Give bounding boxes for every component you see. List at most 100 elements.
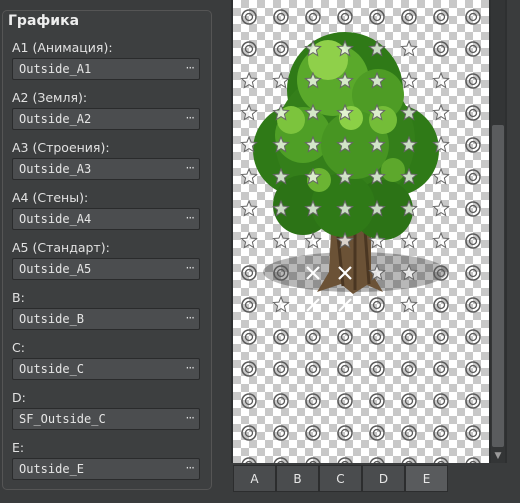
circle-icon [433, 361, 449, 377]
circle-icon [273, 41, 289, 57]
circle-icon [241, 361, 257, 377]
star-icon [304, 39, 322, 57]
field-a2-value: Outside_A2 [19, 112, 92, 126]
field-e[interactable]: Outside_E ··· [12, 458, 200, 480]
star-icon [368, 231, 386, 249]
circle-icon [369, 9, 385, 25]
field-a3[interactable]: Outside_A3 ··· [12, 158, 200, 180]
circle-icon [369, 361, 385, 377]
label-e: E: [12, 440, 25, 455]
field-a4[interactable]: Outside_A4 ··· [12, 208, 200, 230]
circle-icon [433, 425, 449, 441]
star-icon [368, 263, 386, 281]
star-icon [432, 71, 450, 89]
vertical-scrollbar[interactable]: ▼ [491, 0, 505, 463]
circle-icon [241, 9, 257, 25]
cross-icon [306, 266, 320, 280]
circle-icon [305, 393, 321, 409]
star-icon [432, 231, 450, 249]
circle-icon [433, 329, 449, 345]
circle-icon [401, 361, 417, 377]
circle-icon [369, 457, 385, 463]
circle-icon [369, 297, 385, 313]
browse-button-a4[interactable]: ··· [186, 211, 196, 225]
star-icon [304, 103, 322, 121]
circle-icon [305, 329, 321, 345]
scroll-thumb[interactable] [492, 125, 504, 447]
circle-icon [337, 361, 353, 377]
tab-a[interactable]: A [233, 465, 276, 492]
browse-button-c[interactable]: ··· [186, 361, 196, 375]
tileset-canvas[interactable] [233, 0, 489, 463]
browse-button-e[interactable]: ··· [186, 461, 196, 475]
browse-button-a2[interactable]: ··· [186, 111, 196, 125]
circle-icon [337, 393, 353, 409]
field-e-value: Outside_E [19, 462, 85, 476]
circle-icon [465, 361, 481, 377]
field-a2[interactable]: Outside_A2 ··· [12, 108, 200, 130]
star-icon [400, 167, 418, 185]
circle-icon [433, 297, 449, 313]
tab-b[interactable]: B [276, 465, 319, 492]
browse-button-b[interactable]: ··· [186, 311, 196, 325]
star-icon [304, 199, 322, 217]
label-c: C: [12, 340, 25, 355]
circle-icon [337, 9, 353, 25]
star-icon [272, 71, 290, 89]
star-icon [336, 231, 354, 249]
scroll-down-icon[interactable]: ▼ [491, 449, 505, 463]
browse-button-a5[interactable]: ··· [186, 261, 196, 275]
star-icon [272, 135, 290, 153]
star-icon [368, 39, 386, 57]
field-d-value: SF_Outside_C [19, 412, 106, 426]
star-icon [336, 199, 354, 217]
star-icon [336, 167, 354, 185]
circle-icon [369, 425, 385, 441]
circle-icon [273, 457, 289, 463]
star-icon [400, 135, 418, 153]
circle-icon [241, 329, 257, 345]
star-icon [272, 231, 290, 249]
circle-icon [305, 457, 321, 463]
browse-button-d[interactable]: ··· [186, 411, 196, 425]
label-a2: A2 (Земля): [12, 90, 88, 105]
star-icon [240, 167, 258, 185]
star-icon [272, 167, 290, 185]
circle-icon [465, 393, 481, 409]
tab-d[interactable]: D [362, 465, 405, 492]
circle-icon [273, 329, 289, 345]
circle-icon [305, 361, 321, 377]
tab-e[interactable]: E [405, 465, 448, 492]
circle-icon [433, 41, 449, 57]
star-icon [368, 103, 386, 121]
circle-icon [433, 393, 449, 409]
circle-icon [305, 425, 321, 441]
circle-icon [273, 393, 289, 409]
circle-icon [465, 9, 481, 25]
star-icon [368, 71, 386, 89]
field-a3-value: Outside_A3 [19, 162, 92, 176]
field-a5[interactable]: Outside_A5 ··· [12, 258, 200, 280]
circle-icon [305, 9, 321, 25]
circle-icon [369, 393, 385, 409]
field-b-value: Outside_B [19, 312, 85, 326]
field-a1[interactable]: Outside_A1 ··· [12, 58, 200, 80]
star-icon [336, 71, 354, 89]
label-b: B: [12, 290, 25, 305]
browse-button-a1[interactable]: ··· [186, 61, 196, 75]
browse-button-a3[interactable]: ··· [186, 161, 196, 175]
field-b[interactable]: Outside_B ··· [12, 308, 200, 330]
field-c[interactable]: Outside_C ··· [12, 358, 200, 380]
circle-icon [273, 265, 289, 281]
circle-icon [401, 329, 417, 345]
circle-icon [337, 425, 353, 441]
circle-icon [241, 425, 257, 441]
field-a5-value: Outside_A5 [19, 262, 92, 276]
star-icon [240, 71, 258, 89]
tab-c[interactable]: C [319, 465, 362, 492]
star-icon [240, 199, 258, 217]
star-icon [304, 167, 322, 185]
label-a1: A1 (Анимация): [12, 40, 113, 55]
circle-icon [465, 457, 481, 463]
field-d[interactable]: SF_Outside_C ··· [12, 408, 200, 430]
